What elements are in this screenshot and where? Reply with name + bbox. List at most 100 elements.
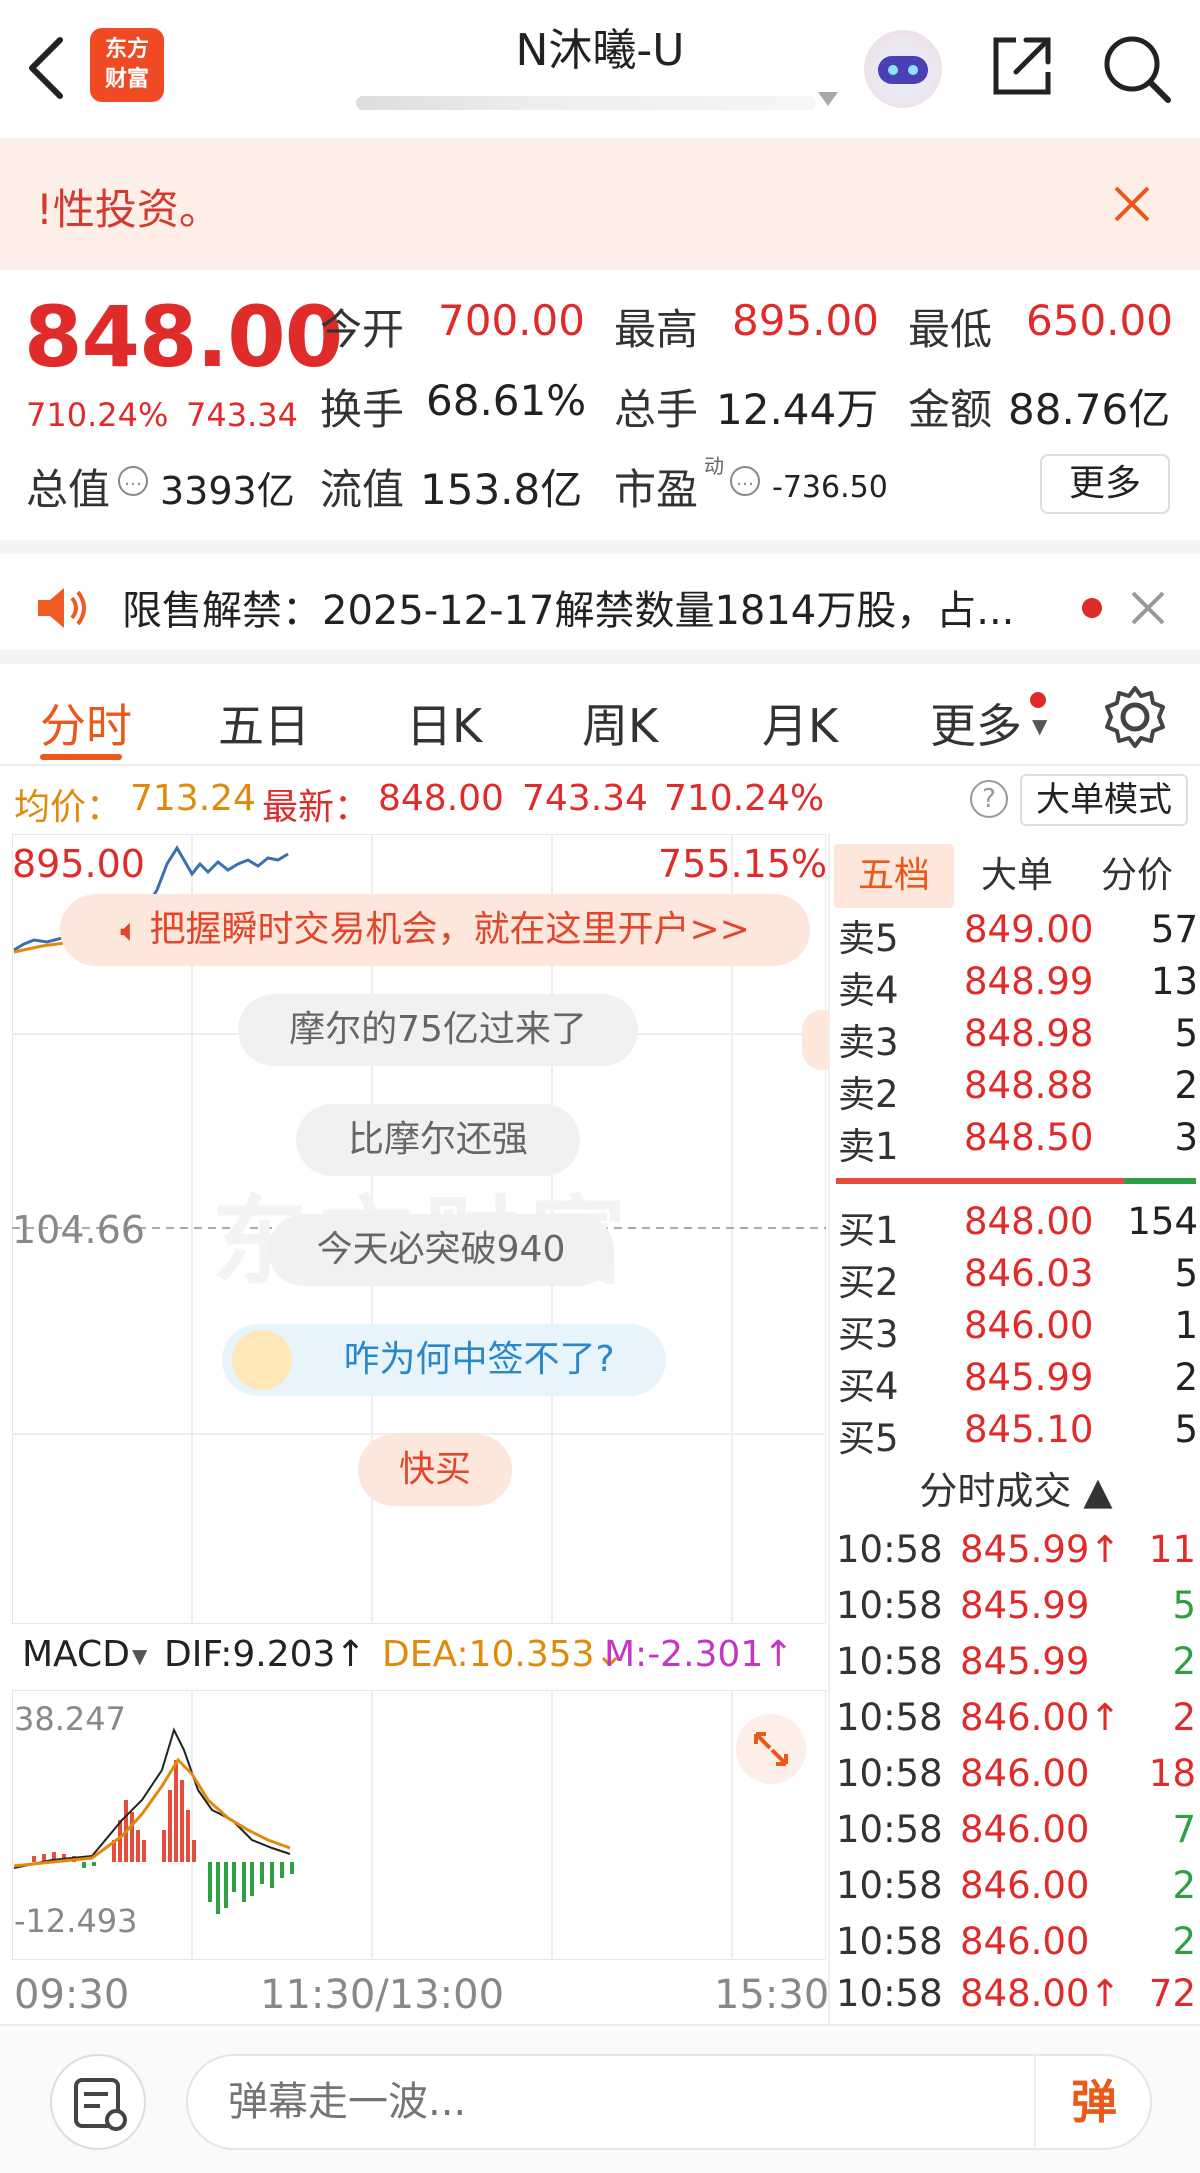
ask-price: 848.99 <box>964 960 1094 1003</box>
trade-time: 10:58 <box>836 1752 943 1795</box>
trade-price: 848.00↑ <box>960 1972 1121 2015</box>
change-percent: 710.24% <box>664 778 825 819</box>
trade-time: 10:58 <box>836 1808 943 1851</box>
time-start: 09:30 <box>14 1972 130 2018</box>
ask-row: 卖2 848.88 2 <box>838 1064 1198 1116</box>
ask-label: 卖5 <box>838 917 899 960</box>
expand-icon <box>754 1732 788 1766</box>
active-tab-indicator <box>40 754 122 760</box>
trade-time: 10:58 <box>836 1696 943 1739</box>
chart-tabs: 分时 五日 日K 周K 月K 更多 ▼ <box>0 650 1200 766</box>
change-amount: 743.34 <box>522 778 648 819</box>
order-book-panel: 五档 大单 分价 卖5 849.00 57 卖4 848.99 13 卖3 84… <box>828 834 1200 2024</box>
intraday-chart[interactable]: 东方财富 895.00 755.15% 104.66 🔈︎ 把握瞬时交易机会，就… <box>12 834 842 1624</box>
more-quote-button[interactable]: 更多 <box>1040 454 1170 514</box>
tab-five-day[interactable]: 五日 <box>218 690 310 756</box>
float-cap-value: 153.8亿 <box>420 465 583 514</box>
tab-big-order[interactable]: 大单 <box>962 844 1072 908</box>
trade-volume: 18 <box>1148 1752 1196 1795</box>
bid-label: 买1 <box>838 1209 899 1252</box>
tab-weekly-k[interactable]: 周K <box>582 690 658 756</box>
danmaku-bubble[interactable]: 快买 <box>358 1434 512 1506</box>
macd-indicator-bar: MACD ▼ DIF:9.203↑ DEA:10.353↓ M:-2.301↑ <box>12 1626 826 1686</box>
ad-text: 把握瞬时交易机会，就在这里开户>> <box>149 909 750 950</box>
info-icon[interactable]: … <box>730 466 760 496</box>
market-cap-value: 3393亿 <box>160 469 295 513</box>
ask-volume: 5 <box>1174 1012 1198 1055</box>
time-axis: 09:30 11:30/13:00 15:30 <box>12 1966 829 2022</box>
danmaku-bubble[interactable]: 摩尔的75亿过来了 <box>238 994 638 1066</box>
turnover-value: 68.61% <box>426 376 587 425</box>
trade-volume: 11 <box>1148 1528 1196 1571</box>
trade-price: 846.00 <box>960 1752 1090 1795</box>
latest-label: 最新： <box>262 787 371 828</box>
chevron-down-icon[interactable]: ▼ <box>132 1644 147 1668</box>
high-label: 最高 <box>614 305 699 354</box>
info-icon[interactable]: … <box>118 466 148 496</box>
notes-button[interactable] <box>50 2054 146 2150</box>
float-cap-label: 流值 <box>320 465 405 514</box>
stock-name[interactable]: N沐曦-U <box>380 14 820 78</box>
bid-price: 846.03 <box>964 1252 1094 1295</box>
tab-intraday[interactable]: 分时 <box>40 690 132 756</box>
pe-label: 市盈 <box>614 465 699 514</box>
amount-label: 金额 <box>908 385 993 434</box>
ask-volume: 2 <box>1174 1064 1198 1107</box>
bid-row: 买3 846.00 1 <box>838 1304 1198 1356</box>
trade-row: 10:58 848.00↑ 72 <box>836 1972 1196 2024</box>
indicator-selector[interactable]: MACD <box>22 1634 130 1675</box>
tab-daily-k[interactable]: 日K <box>406 690 482 756</box>
trade-time: 10:58 <box>836 1584 943 1627</box>
tab-five-level[interactable]: 五档 <box>834 844 954 908</box>
ask-label: 卖3 <box>838 1021 899 1064</box>
ask-price: 848.50 <box>964 1116 1094 1159</box>
danmaku-bubble[interactable]: 今天必突破940 <box>268 1214 614 1286</box>
trade-volume: 2 <box>1172 1920 1196 1963</box>
bid-label: 买3 <box>838 1313 899 1356</box>
bid-volume: 2 <box>1174 1356 1198 1399</box>
danmaku-bubble[interactable]: 咋为何中签不了? <box>222 1324 666 1396</box>
big-order-mode-button[interactable]: 大单模式 <box>1020 774 1188 826</box>
ask-row: 卖3 848.98 5 <box>838 1012 1198 1064</box>
unread-dot <box>1082 598 1102 618</box>
bid-volume: 5 <box>1174 1408 1198 1451</box>
send-danmaku-button[interactable]: 弹 <box>1034 2054 1152 2150</box>
logo-text-bottom: 财富 <box>104 67 149 92</box>
trade-row: 10:58 846.00 18 <box>836 1752 1196 1804</box>
bid-price: 845.99 <box>964 1356 1094 1399</box>
close-icon[interactable] <box>1130 590 1166 626</box>
close-icon[interactable] <box>1112 184 1152 224</box>
back-arrow-icon <box>29 37 63 99</box>
robot-assistant-icon[interactable] <box>864 30 942 108</box>
notice-bar[interactable]: 限售解禁：2025-12-17解禁数量1814万股，占... <box>0 540 1200 650</box>
bid-volume: 5 <box>1174 1252 1198 1295</box>
chevron-down-icon[interactable] <box>818 92 838 106</box>
share-button[interactable] <box>986 30 1058 102</box>
expand-chart-button[interactable] <box>736 1714 806 1784</box>
tab-monthly-k[interactable]: 月K <box>762 690 838 756</box>
trade-price: 845.99 <box>960 1640 1090 1683</box>
low-value: 650.00 <box>1026 296 1173 345</box>
trade-row: 10:58 845.99 2 <box>836 1640 1196 1692</box>
trades-header[interactable]: 分时成交 ▲ <box>830 1460 1200 1515</box>
search-button[interactable] <box>1096 28 1176 108</box>
trade-time: 10:58 <box>836 1920 943 1963</box>
tab-price-distribution[interactable]: 分价 <box>1082 844 1192 908</box>
app-logo[interactable]: 东方 财富 <box>90 28 164 102</box>
account-open-ad[interactable]: 🔈︎ 把握瞬时交易机会，就在这里开户>> <box>60 894 810 966</box>
tab-more[interactable]: 更多 <box>930 690 1022 756</box>
low-label: 最低 <box>908 305 993 354</box>
speaker-icon <box>38 588 86 628</box>
open-value: 700.00 <box>438 296 585 345</box>
gear-icon[interactable] <box>1100 682 1170 752</box>
ask-label: 卖4 <box>838 969 899 1012</box>
danmaku-bubble[interactable]: 比摩尔还强 <box>296 1104 580 1176</box>
risk-warning-banner[interactable]: !性投资。 <box>0 138 1200 270</box>
share-icon <box>993 37 1051 95</box>
y-axis-mid-price: 104.66 <box>12 1208 145 1252</box>
help-icon[interactable]: ? <box>970 780 1008 818</box>
macd-chart[interactable]: 38.247 -12.493 <box>11 1689 827 1961</box>
robot-eye <box>908 65 918 75</box>
back-button[interactable] <box>18 28 78 108</box>
danmaku-input[interactable] <box>186 2054 1152 2150</box>
